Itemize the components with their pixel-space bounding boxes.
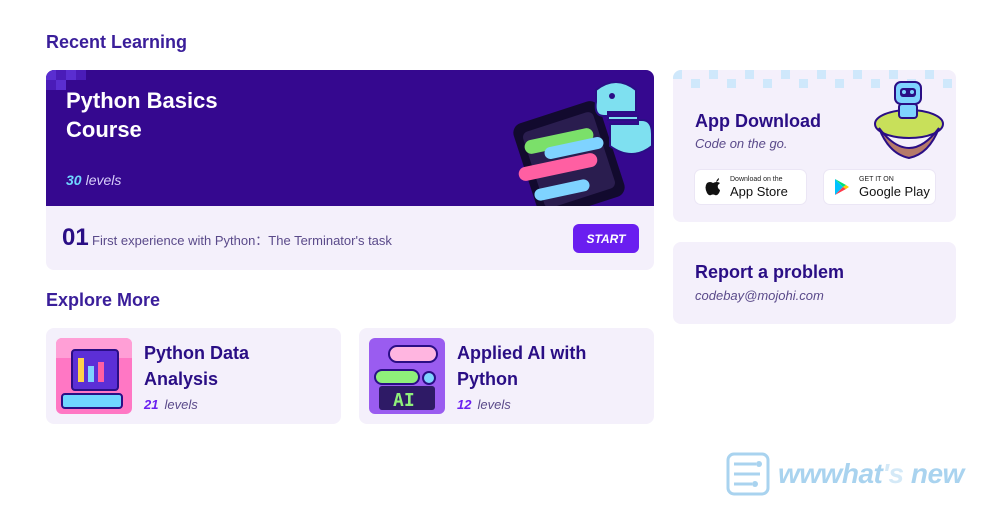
explore-levels: 12 levels [457, 397, 511, 412]
explore-levels-count: 12 [457, 397, 472, 412]
app-download-title: App Download [695, 111, 821, 131]
app-download-subtitle: Code on the go. [695, 136, 788, 151]
watermark: wwwhat's new [726, 452, 980, 496]
explore-levels-count: 21 [144, 397, 159, 412]
watermark-part2: 's [882, 458, 904, 489]
google-play-label: Google Play [859, 184, 930, 199]
apple-icon [705, 178, 720, 196]
watermark-part1: wwwhat [778, 458, 883, 489]
report-email[interactable]: codebay@mojohi.com [695, 288, 824, 303]
robot-island-illustration [874, 81, 944, 160]
google-play-icon [835, 179, 849, 195]
app-store-button[interactable]: Download on the App Store [695, 170, 806, 204]
explore-card-data-analysis[interactable]: Python Data Analysis 21 levels [46, 328, 341, 424]
course-levels-count: 30 [66, 172, 82, 188]
explore-card-applied-ai[interactable]: AI Applied AI with Python 12 levels [359, 328, 654, 424]
google-play-button[interactable]: GET IT ON Google Play [824, 170, 935, 204]
svg-text:AI: AI [393, 390, 415, 411]
lesson-number: 01 [62, 224, 89, 251]
course-title: Python Basics Course [66, 88, 218, 142]
course-hero-banner: Python Basics Course 30 levels [46, 70, 654, 206]
report-title: Report a problem [695, 262, 845, 282]
data-analysis-icon [56, 338, 132, 414]
app-store-label: App Store [730, 184, 788, 199]
app-download-card: App Download Code on the go. Download on… [673, 70, 956, 222]
circuit-logo-icon [726, 452, 770, 496]
explore-title: Python Data Analysis [144, 343, 250, 389]
explore-levels: 21 levels [144, 397, 198, 412]
explore-more-heading: Explore More [46, 290, 161, 310]
explore-levels-label: levels [164, 397, 198, 412]
explore-title: Applied AI with Python [457, 343, 587, 389]
watermark-part3: new [910, 458, 964, 489]
recent-course-card[interactable]: Python Basics Course 30 levels 01 First e… [46, 70, 654, 270]
ai-icon: AI [369, 338, 445, 414]
report-problem-card[interactable]: Report a problem codebay@mojohi.com [673, 242, 956, 324]
google-play-small: GET IT ON [859, 176, 894, 183]
app-store-small: Download on the [730, 176, 783, 183]
lesson-title: First experience with Python：The Termina… [92, 233, 392, 248]
start-button[interactable]: START [573, 224, 639, 253]
course-levels-label: levels [85, 172, 122, 188]
recent-learning-heading: Recent Learning [46, 32, 188, 52]
explore-levels-label: levels [477, 397, 511, 412]
course-levels: 30 levels [66, 172, 121, 188]
lesson-row: 01 First experience with Python：The Term… [46, 206, 654, 270]
python-phone-illustration [513, 81, 653, 206]
watermark-text: wwwhat's new [778, 458, 964, 490]
